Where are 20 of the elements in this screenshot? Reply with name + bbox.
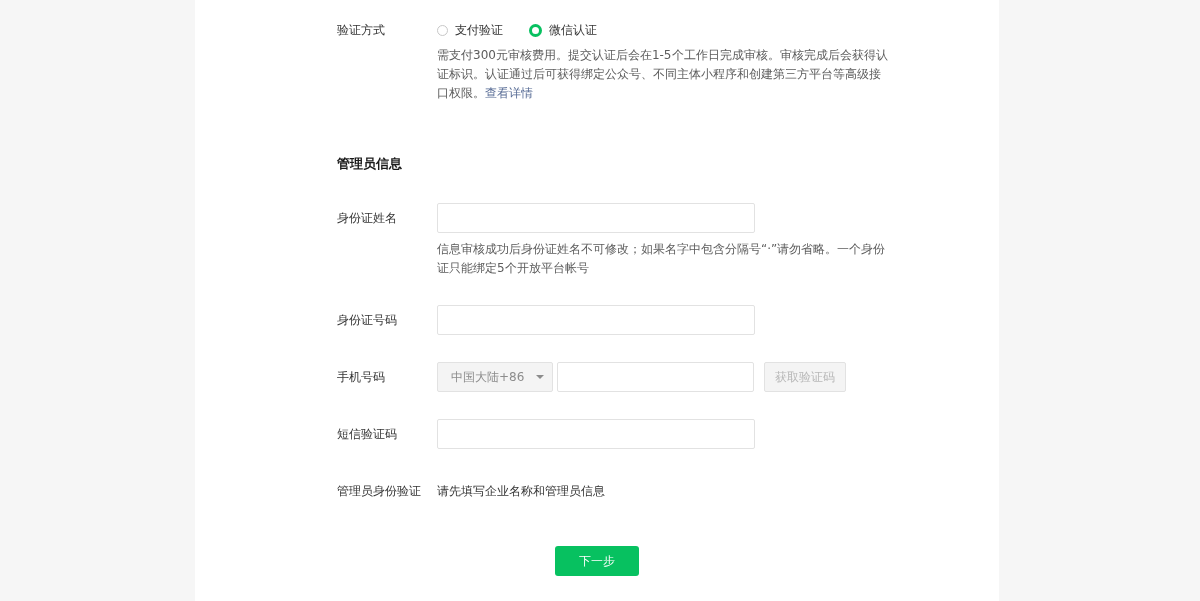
field-label: 身份证号码 (337, 312, 398, 329)
field-label: 验证方式 (337, 22, 386, 39)
hint-text: 信息审核成功后身份证姓名不可修改；如果名字中包含分隔号“·”请勿省略。一个身份证只能绑定5个开放平台帐号 (437, 241, 887, 277)
field-label: 管理员身份验证 (337, 483, 422, 500)
input-field[interactable] (437, 203, 755, 233)
field-label: 身份证姓名 (337, 210, 398, 227)
radio-option[interactable]: 微信认证 (529, 21, 597, 39)
phone-input[interactable] (557, 362, 754, 392)
section-title: 管理员信息 (337, 155, 403, 173)
description-text: 需支付300元审核费用。提交认证后会在1-5个工作日完成审核。审核完成后会获得认证标识。认证通过后可获得绑定公众号、不同主体小程序和创建第三方平台等高级接口权限。查看详情 (437, 47, 889, 102)
field-label: 短信验证码 (337, 426, 398, 443)
caret-icon (536, 375, 544, 379)
details-link[interactable]: 查看详情 (485, 86, 533, 100)
input-field[interactable] (437, 419, 755, 449)
info-text: 请先填写企业名称和管理员信息 (437, 484, 605, 498)
field-label: 手机号码 (337, 369, 386, 386)
radio-option[interactable]: 支付验证 (437, 21, 503, 39)
radio-icon[interactable] (529, 23, 542, 37)
input-field[interactable] (437, 305, 755, 335)
country-dropdown[interactable]: 中国大陆+86 (437, 362, 553, 392)
